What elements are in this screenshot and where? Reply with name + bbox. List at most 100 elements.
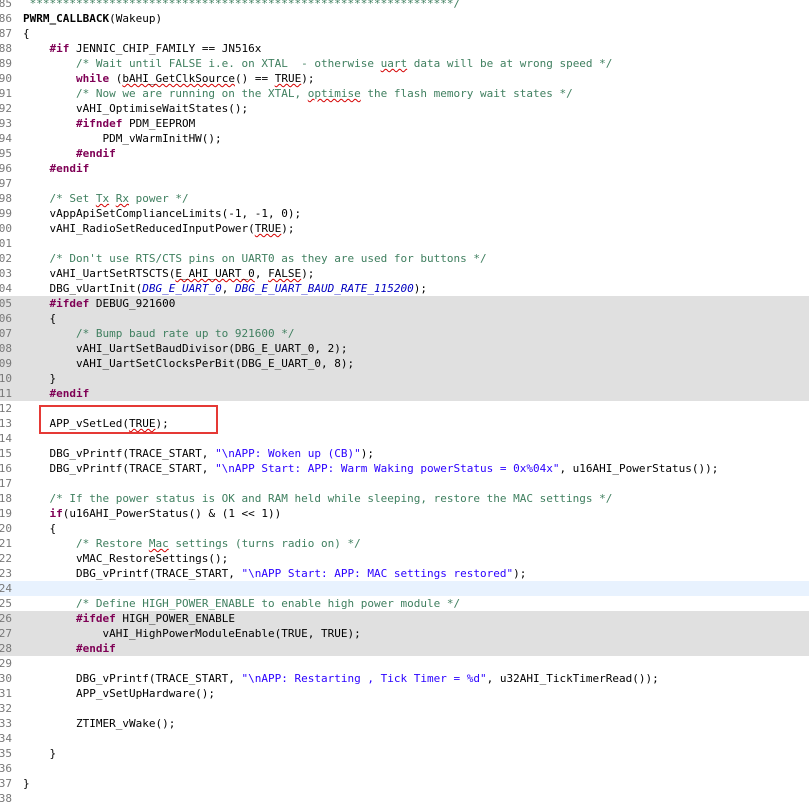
code-text: /* Restore Mac settings (turns radio on)…	[23, 536, 361, 551]
code-line[interactable]: 35 }	[0, 746, 809, 761]
line-number: 29	[0, 657, 12, 670]
code-text: #if JENNIC_CHIP_FAMILY == JN516x	[23, 41, 262, 56]
code-line[interactable]: 88 #if JENNIC_CHIP_FAMILY == JN516x	[0, 41, 809, 56]
code-token: uart	[380, 57, 408, 70]
line-number: 05	[0, 297, 12, 310]
code-token: Mac	[148, 537, 169, 550]
code-token: {	[23, 27, 30, 40]
code-text: {	[23, 26, 30, 41]
code-token: power */	[128, 192, 189, 205]
code-line[interactable]: 16 DBG_vPrintf(TRACE_START, "\nAPP Start…	[0, 461, 809, 476]
code-line[interactable]: 28 #endif	[0, 641, 809, 656]
code-line[interactable]: 95 #endif	[0, 146, 809, 161]
code-token: /* Now we are running on the XTAL,	[75, 87, 308, 100]
code-token: );	[301, 72, 315, 85]
code-line[interactable]: 38	[0, 791, 809, 806]
code-text: while (bAHI_GetClkSource() == TRUE);	[23, 71, 314, 86]
line-number: 88	[0, 42, 12, 55]
code-text: PDM_vWarmInitHW();	[23, 131, 221, 146]
line-number: 19	[0, 507, 12, 520]
code-line[interactable]: 33 ZTIMER_vWake();	[0, 716, 809, 731]
code-text: #endif	[23, 386, 90, 401]
code-line[interactable]: 27 vAHI_HighPowerModuleEnable(TRUE, TRUE…	[0, 626, 809, 641]
code-text: PWRM_CALLBACK(Wakeup)	[23, 11, 162, 26]
code-token: vAHI_RadioSetReducedInputPower(	[23, 222, 255, 235]
code-line[interactable]: 86 PWRM_CALLBACK(Wakeup)	[0, 11, 809, 26]
code-line[interactable]: 00 vAHI_RadioSetReducedInputPower(TRUE);	[0, 221, 809, 236]
code-line[interactable]: 06 {	[0, 311, 809, 326]
code-token: Tx	[95, 192, 110, 205]
code-line[interactable]: 91 /* Now we are running on the XTAL, op…	[0, 86, 809, 101]
code-line[interactable]: 24	[0, 581, 809, 596]
code-line[interactable]: 32	[0, 701, 809, 716]
code-line[interactable]: 07 /* Bump baud rate up to 921600 */	[0, 326, 809, 341]
code-line[interactable]: 99 vAppApiSetComplianceLimits(-1, -1, 0)…	[0, 206, 809, 221]
code-line[interactable]: 11 #endif	[0, 386, 809, 401]
code-line[interactable]: 01	[0, 236, 809, 251]
code-text: /* Wait until FALSE i.e. on XTAL - other…	[23, 56, 612, 71]
code-token: /* Don't use RTS/CTS pins on UART0 as th…	[49, 252, 487, 265]
code-line[interactable]: 31 APP_vSetUpHardware();	[0, 686, 809, 701]
code-line[interactable]: 29	[0, 656, 809, 671]
code-line[interactable]: 03 vAHI_UartSetRTSCTS(E_AHI_UART_0, FALS…	[0, 266, 809, 281]
code-token: #endif	[49, 162, 90, 175]
code-line[interactable]: 05 #ifdef DEBUG_921600	[0, 296, 809, 311]
line-number: 27	[0, 627, 12, 640]
code-token: #endif	[49, 387, 90, 400]
line-number: 96	[0, 162, 12, 175]
code-line[interactable]: 21 /* Restore Mac settings (turns radio …	[0, 536, 809, 551]
code-token: PDM_EEPROM	[122, 117, 196, 130]
code-line[interactable]: 22 vMAC_RestoreSettings();	[0, 551, 809, 566]
code-line[interactable]: 08 vAHI_UartSetBaudDivisor(DBG_E_UART_0,…	[0, 341, 809, 356]
code-line[interactable]: 10 }	[0, 371, 809, 386]
code-line[interactable]: 87 {	[0, 26, 809, 41]
code-line[interactable]: 26 #ifdef HIGH_POWER_ENABLE	[0, 611, 809, 626]
code-text: #endif	[23, 641, 116, 656]
code-token: DBG_vPrintf(TRACE_START,	[23, 567, 242, 580]
line-number: 28	[0, 642, 12, 655]
line-number: 92	[0, 102, 12, 115]
code-text: DBG_vPrintf(TRACE_START, "\nAPP Start: A…	[23, 566, 526, 581]
code-text: DBG_vUartInit(DBG_E_UART_0, DBG_E_UART_B…	[23, 281, 427, 296]
code-token: "\nAPP: Woken up (CB)"	[215, 447, 361, 460]
code-line[interactable]: 04 DBG_vUartInit(DBG_E_UART_0, DBG_E_UAR…	[0, 281, 809, 296]
code-line[interactable]: 92 vAHI_OptimiseWaitStates();	[0, 101, 809, 116]
line-number: 13	[0, 417, 12, 430]
code-line[interactable]: 36	[0, 761, 809, 776]
code-line[interactable]: 34	[0, 731, 809, 746]
code-line[interactable]: 09 vAHI_UartSetClocksPerBit(DBG_E_UART_0…	[0, 356, 809, 371]
code-token: /* Set	[49, 192, 96, 205]
code-line[interactable]: 93 #ifndef PDM_EEPROM	[0, 116, 809, 131]
line-number: 08	[0, 342, 12, 355]
code-token: {	[23, 312, 57, 325]
code-line[interactable]: 19 if(u16AHI_PowerStatus() & (1 << 1))	[0, 506, 809, 521]
line-number: 87	[0, 27, 12, 40]
code-token: , u32AHI_TickTimerRead());	[486, 672, 659, 685]
code-token: {	[23, 522, 57, 535]
code-text: ZTIMER_vWake();	[23, 716, 175, 731]
line-number: 00	[0, 222, 12, 235]
code-token: /* Bump baud rate up to 921600 */	[75, 327, 295, 340]
code-line[interactable]: 37}	[0, 776, 809, 791]
code-line[interactable]: 85 *************************************…	[0, 0, 809, 11]
code-line[interactable]: 96 #endif	[0, 161, 809, 176]
code-line[interactable]: 02 /* Don't use RTS/CTS pins on UART0 as…	[0, 251, 809, 266]
code-line[interactable]: 97	[0, 176, 809, 191]
code-line[interactable]: 15 DBG_vPrintf(TRACE_START, "\nAPP: Woke…	[0, 446, 809, 461]
code-line[interactable]: 17	[0, 476, 809, 491]
code-text: /* Bump baud rate up to 921600 */	[23, 326, 295, 341]
code-line[interactable]: 23 DBG_vPrintf(TRACE_START, "\nAPP Start…	[0, 566, 809, 581]
code-line[interactable]: 30 DBG_vPrintf(TRACE_START, "\nAPP: Rest…	[0, 671, 809, 686]
code-line[interactable]: 20 {	[0, 521, 809, 536]
code-line[interactable]: 94 PDM_vWarmInitHW();	[0, 131, 809, 146]
code-token: );	[513, 567, 527, 580]
code-line[interactable]: 89 /* Wait until FALSE i.e. on XTAL - ot…	[0, 56, 809, 71]
code-line[interactable]: 90 while (bAHI_GetClkSource() == TRUE);	[0, 71, 809, 86]
code-line[interactable]: 25 /* Define HIGH_POWER_ENABLE to enable…	[0, 596, 809, 611]
code-token: APP_vSetUpHardware();	[23, 687, 216, 700]
code-line[interactable]: 98 /* Set Tx Rx power */	[0, 191, 809, 206]
code-token: }	[23, 777, 30, 790]
code-line[interactable]: 18 /* If the power status is OK and RAM …	[0, 491, 809, 506]
